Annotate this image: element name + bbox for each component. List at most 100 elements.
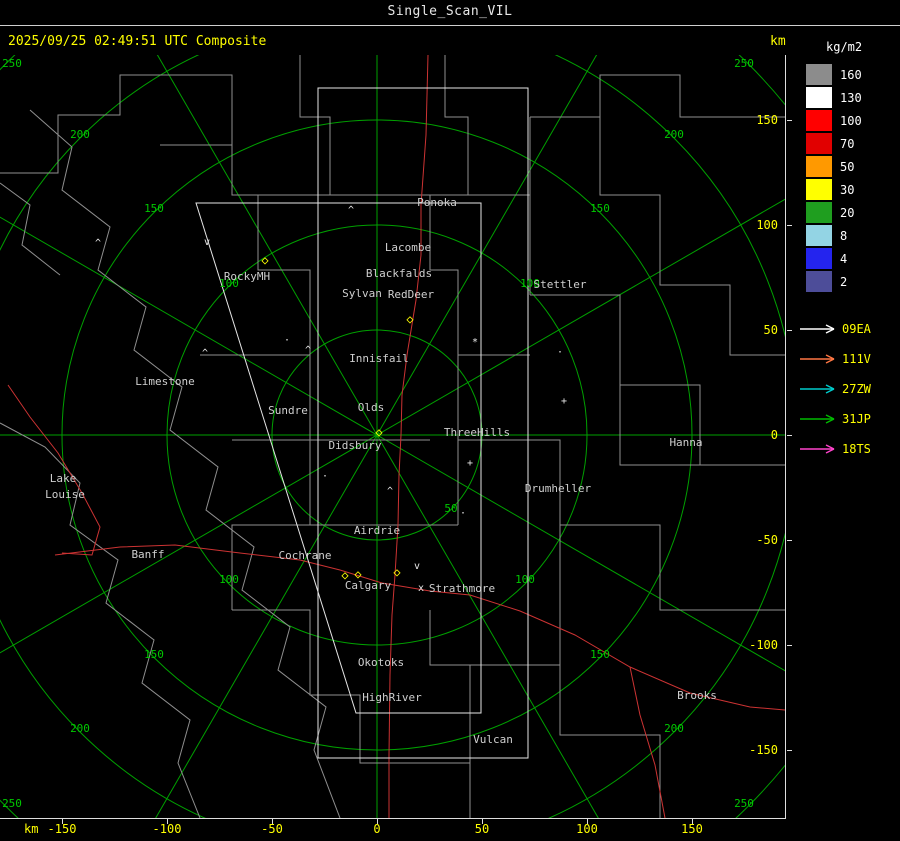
- range-ring-label: 200: [70, 128, 90, 141]
- colorbar-value: 4: [840, 251, 848, 266]
- radar-site-id: 111V: [842, 352, 871, 366]
- point-marker-icon: ^: [387, 486, 393, 497]
- y-axis-tick: [787, 330, 792, 331]
- point-marker-icon: ·: [322, 471, 328, 482]
- colorbar-swatch: [806, 110, 832, 131]
- y-axis-tick: [787, 540, 792, 541]
- map-border-bottom: [0, 818, 786, 819]
- radar-legend-entry: 111V: [798, 344, 871, 374]
- range-ring-label: 150: [144, 202, 164, 215]
- city-label: Louise: [45, 488, 85, 501]
- colorbar-entry: 20: [806, 202, 862, 223]
- radar-arrow-icon: [800, 324, 835, 334]
- city-label: Okotoks: [358, 656, 404, 669]
- radar-legend-entry: 31JP: [798, 404, 871, 434]
- map-border-right: [785, 55, 786, 819]
- colorbar-entry: 100: [806, 110, 862, 131]
- city-label: Brooks: [677, 689, 717, 702]
- radar-legend-entry: 27ZW: [798, 374, 871, 404]
- window-title: Single_Scan_VIL: [387, 4, 513, 19]
- city-label: Limestone: [135, 375, 195, 388]
- range-ring-label: 250: [734, 57, 754, 70]
- city-label: Drumheller: [525, 482, 592, 495]
- colorbar-entry: 2: [806, 271, 862, 292]
- colorbar-swatch: [806, 133, 832, 154]
- colorbar-entry: 70: [806, 133, 862, 154]
- point-marker-icon: +: [467, 458, 473, 469]
- point-marker-icon: v: [204, 237, 210, 248]
- y-axis-tick: [787, 645, 792, 646]
- point-marker-icon: ^: [305, 345, 311, 356]
- y-axis-unit-label: km: [770, 34, 786, 49]
- city-label: Airdrie: [354, 524, 400, 537]
- y-axis-tick: [787, 225, 792, 226]
- city-label: HighRiver: [362, 691, 422, 704]
- x-axis-tick-label: 50: [474, 822, 490, 836]
- colorbar-entry: 30: [806, 179, 862, 200]
- x-axis-tick-label: -100: [152, 822, 182, 836]
- colorbar-value: 2: [840, 274, 848, 289]
- point-marker-icon: ·: [284, 335, 290, 346]
- colorbar-swatch: [806, 271, 832, 292]
- colorbar-swatch: [806, 179, 832, 200]
- city-label: Didsbury: [329, 439, 382, 452]
- radar-site-legend: 09EA 111V 27ZW 31JP 18TS: [798, 314, 871, 464]
- radar-site-marker-icon: ◇: [375, 425, 383, 439]
- radar-site-id: 31JP: [842, 412, 871, 426]
- radar-arrow-icon: [800, 354, 835, 364]
- x-axis-unit-label: km: [24, 822, 39, 836]
- radar-map[interactable]: 50 100 100 100 100 150 150 150 150 200 200 200 200 25…: [0, 55, 785, 818]
- city-label: Calgary: [345, 579, 392, 592]
- colorbar-value: 70: [840, 136, 855, 151]
- radar-site-marker-icon: ◇: [261, 253, 269, 267]
- range-ring-label: 200: [664, 722, 684, 735]
- point-marker-icon: +: [561, 396, 567, 407]
- range-ring-label: 100: [219, 573, 239, 586]
- x-axis-tick: [272, 819, 273, 824]
- x-axis-tick-label: 0: [373, 822, 381, 836]
- city-label: Cochrane: [279, 549, 332, 562]
- radar-arrow-icon: [800, 444, 835, 454]
- city-label: Hanna: [669, 436, 702, 449]
- range-ring-label: 250: [2, 57, 22, 70]
- point-marker-icon: ^: [202, 348, 208, 359]
- colorbar-entry: 8: [806, 225, 862, 246]
- title-separator: [0, 25, 900, 26]
- radar-arrow-icon: [800, 414, 835, 424]
- radar-map-canvas: 50100100100100150 150150 150200 200200 20025…: [0, 55, 785, 818]
- point-marker-icon: *: [472, 337, 478, 348]
- x-axis-tick: [482, 819, 483, 824]
- y-axis-tick: [787, 750, 792, 751]
- colorbar-value: 160: [840, 67, 862, 82]
- colorbar: 160 130 100 70 50 30 20 8 4 2: [806, 64, 862, 294]
- colorbar-swatch: [806, 225, 832, 246]
- point-marker-icon: ·: [557, 347, 563, 358]
- x-axis-tick-label: -150: [47, 822, 77, 836]
- colorbar-entry: 160: [806, 64, 862, 85]
- colorbar-entry: 4: [806, 248, 862, 269]
- point-marker-icon: ^: [95, 238, 101, 249]
- colorbar-value: 100: [840, 113, 862, 128]
- x-axis-tick: [62, 819, 63, 824]
- radar-site-id: 09EA: [842, 322, 871, 336]
- x-axis-tick: [377, 819, 378, 824]
- x-axis-tick: [692, 819, 693, 824]
- colorbar-value: 20: [840, 205, 855, 220]
- range-ring-label: 50: [444, 502, 457, 515]
- colorbar-swatch: [806, 202, 832, 223]
- city-label: Banff: [131, 548, 164, 561]
- colorbar-unit-label: kg/m2: [826, 40, 863, 54]
- city-label: Blackfalds: [366, 267, 432, 280]
- point-marker-icon: ^: [348, 205, 354, 216]
- x-axis-tick-label: -50: [261, 822, 283, 836]
- city-label: Innisfail: [349, 352, 409, 365]
- city-label: RedDeer: [388, 288, 435, 301]
- city-label: ThreeHills: [444, 426, 510, 439]
- point-marker-icon: v: [414, 561, 420, 572]
- radar-arrow-icon: [800, 384, 835, 394]
- range-ring-label: 200: [70, 722, 90, 735]
- x-axis-tick-label: 100: [576, 822, 598, 836]
- point-markers: v^^·^^*+·+·^vx·: [95, 205, 567, 594]
- colorbar-entry: 130: [806, 87, 862, 108]
- radar-legend-entry: 09EA: [798, 314, 871, 344]
